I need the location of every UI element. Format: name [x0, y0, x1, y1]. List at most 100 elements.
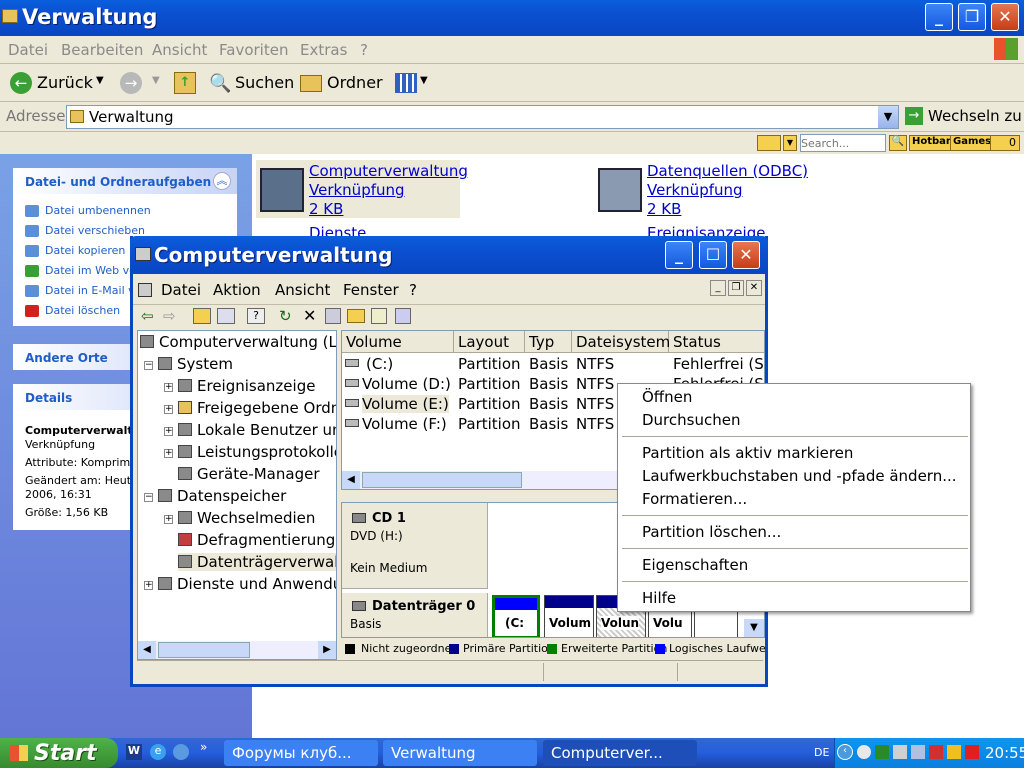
column-type[interactable]: Typ [525, 331, 572, 353]
hotbar-search-icon[interactable]: 🔍 [889, 135, 907, 151]
tray-messenger-icon[interactable] [857, 745, 871, 759]
mmc-maximize-button[interactable]: ☐ [699, 241, 727, 269]
menu-bearbeiten[interactable]: Bearbeiten [61, 41, 143, 59]
expand-icon[interactable]: + [164, 427, 173, 436]
task-rename[interactable]: Datei umbenennen [25, 204, 151, 217]
menu-ansicht[interactable]: Ansicht [152, 41, 207, 59]
expand-icon[interactable]: + [144, 581, 153, 590]
tree-node-performance-logs[interactable]: Leistungsprotokolle und Warnungen [178, 443, 336, 461]
column-volume[interactable]: Volume [342, 331, 454, 353]
scroll-down-icon[interactable]: ▼ [744, 619, 764, 637]
hotbar-search-input[interactable] [800, 134, 886, 152]
back-button[interactable]: Zurück [37, 73, 93, 92]
tree-node-system[interactable]: System [158, 355, 233, 373]
delete-icon[interactable]: ✕ [303, 306, 316, 325]
search-button[interactable]: Suchen [235, 73, 294, 92]
tree-node-event-viewer[interactable]: Ereignisanzeige [178, 377, 315, 395]
disk-label-0[interactable]: Datenträger 0 Basis [342, 593, 488, 637]
hotbar-button[interactable]: Hotbar [909, 135, 954, 151]
back-icon[interactable]: ⇦ [141, 307, 154, 325]
expand-icon[interactable]: + [164, 383, 173, 392]
expand-icon[interactable]: + [164, 515, 173, 524]
tray-volume-icon[interactable] [893, 745, 907, 759]
scroll-thumb[interactable] [362, 472, 522, 488]
collapse-icon[interactable]: − [144, 493, 153, 502]
explorer-titlebar[interactable]: Verwaltung _ ❐ ✕ [0, 0, 1024, 36]
tray-antivirus-icon[interactable] [965, 745, 979, 759]
tree-node-defrag[interactable]: Defragmentierung [178, 531, 335, 549]
tree-node-removable-storage[interactable]: Wechselmedien [178, 509, 315, 527]
views-dropdown-icon[interactable]: ▼ [420, 75, 428, 86]
child-restore-icon[interactable]: ❐ [728, 280, 744, 296]
go-button[interactable]: Wechseln zu [928, 107, 1022, 125]
tray-network-icon[interactable] [875, 745, 889, 759]
folders-button[interactable]: Ordner [327, 73, 383, 92]
menu-item-change-letter[interactable]: Laufwerkbuchstaben und -pfade ändern... [642, 467, 957, 485]
menu-extras[interactable]: Extras [300, 41, 347, 59]
mmc-menu-fenster[interactable]: Fenster [343, 281, 399, 299]
menu-item-format[interactable]: Formatieren... [642, 490, 747, 508]
folders-icon[interactable] [300, 75, 322, 92]
child-close-icon[interactable]: ✕ [746, 280, 762, 296]
mmc-close-button[interactable]: ✕ [732, 241, 760, 269]
quicklaunch-more-icon[interactable]: » [200, 740, 207, 754]
settings-icon[interactable] [173, 744, 189, 760]
properties-icon[interactable] [325, 308, 341, 324]
menu-item-properties[interactable]: Eigenschaften [642, 556, 748, 574]
search-icon[interactable]: 🔍 [209, 73, 231, 94]
views-icon[interactable] [395, 73, 417, 93]
address-input[interactable]: Verwaltung ▼ [66, 105, 899, 129]
expand-icon[interactable]: + [164, 405, 173, 414]
tray-expand-icon[interactable]: ‹ [837, 744, 853, 760]
address-dropdown-icon[interactable]: ▼ [878, 106, 898, 128]
tree-node-shared-folders[interactable]: Freigegebene Ordner [178, 399, 336, 417]
back-icon[interactable]: ← [10, 72, 32, 94]
scroll-thumb[interactable] [158, 642, 250, 658]
minimize-button[interactable]: _ [925, 3, 953, 31]
column-layout[interactable]: Layout [454, 331, 525, 353]
child-minimize-icon[interactable]: _ [710, 280, 726, 296]
menu-datei[interactable]: Datei [8, 41, 48, 59]
scroll-left-icon[interactable]: ◀ [138, 641, 156, 659]
maximize-button[interactable]: ❐ [958, 3, 986, 31]
collapse-icon[interactable]: − [144, 361, 153, 370]
settings-icon[interactable] [395, 308, 411, 324]
tree-node-disk-management[interactable]: Datenträgerverwaltung [178, 553, 336, 571]
partition-c[interactable]: (C: [492, 595, 540, 637]
column-filesystem[interactable]: Dateisystem [572, 331, 670, 353]
task-move[interactable]: Datei verschieben [25, 224, 145, 237]
partition-d[interactable]: Volum [544, 595, 594, 637]
file-item[interactable]: Computerverwaltung Verknüpfung 2 KB [256, 160, 468, 218]
open-folder-icon[interactable] [347, 309, 365, 323]
tree-node-services[interactable]: Dienste und Anwendungen [158, 575, 336, 593]
disk-label-cd[interactable]: CD 1 DVD (H:) Kein Medium [342, 503, 488, 589]
refresh-icon[interactable]: ↻ [279, 307, 292, 325]
menu-item-delete-partition[interactable]: Partition löschen... [642, 523, 781, 541]
menu-item-explore[interactable]: Durchsuchen [642, 411, 740, 429]
show-tree-icon[interactable] [217, 308, 235, 324]
smiley-counter[interactable]: 0 [990, 135, 1020, 151]
games-button[interactable]: Games [950, 135, 995, 151]
expand-icon[interactable]: + [164, 449, 173, 458]
mmc-menu-ansicht[interactable]: Ansicht [275, 281, 330, 299]
tree-node-storage[interactable]: Datenspeicher [158, 487, 286, 505]
language-indicator[interactable]: DE [814, 746, 829, 759]
tray-user-icon[interactable] [911, 745, 925, 759]
start-button[interactable]: Start [0, 738, 118, 768]
menu-favoriten[interactable]: Favoriten [219, 41, 288, 59]
scroll-right-icon[interactable]: ▶ [318, 641, 336, 659]
panel-header[interactable]: Datei- und Ordneraufgaben [13, 168, 237, 194]
task-verwaltung[interactable]: Verwaltung [383, 740, 537, 766]
mmc-menu-datei[interactable]: Datei [161, 281, 201, 299]
forward-icon[interactable]: → [120, 72, 142, 94]
task-copy[interactable]: Datei kopieren [25, 244, 125, 257]
tray-shield-icon[interactable] [929, 745, 943, 759]
help-icon[interactable]: ? [247, 308, 265, 324]
table-row[interactable]: (C:) Partition Basis NTFS Fehlerfrei (St [342, 355, 764, 375]
tree-node-root[interactable]: Computerverwaltung (Lokal) [140, 333, 336, 351]
task-forum[interactable]: Форумы клуб... [224, 740, 378, 766]
mmc-menu-aktion[interactable]: Aktion [213, 281, 261, 299]
menu-item-open[interactable]: Öffnen [642, 388, 692, 406]
mail-icon[interactable] [757, 135, 781, 151]
menu-item-mark-active[interactable]: Partition als aktiv markieren [642, 444, 853, 462]
